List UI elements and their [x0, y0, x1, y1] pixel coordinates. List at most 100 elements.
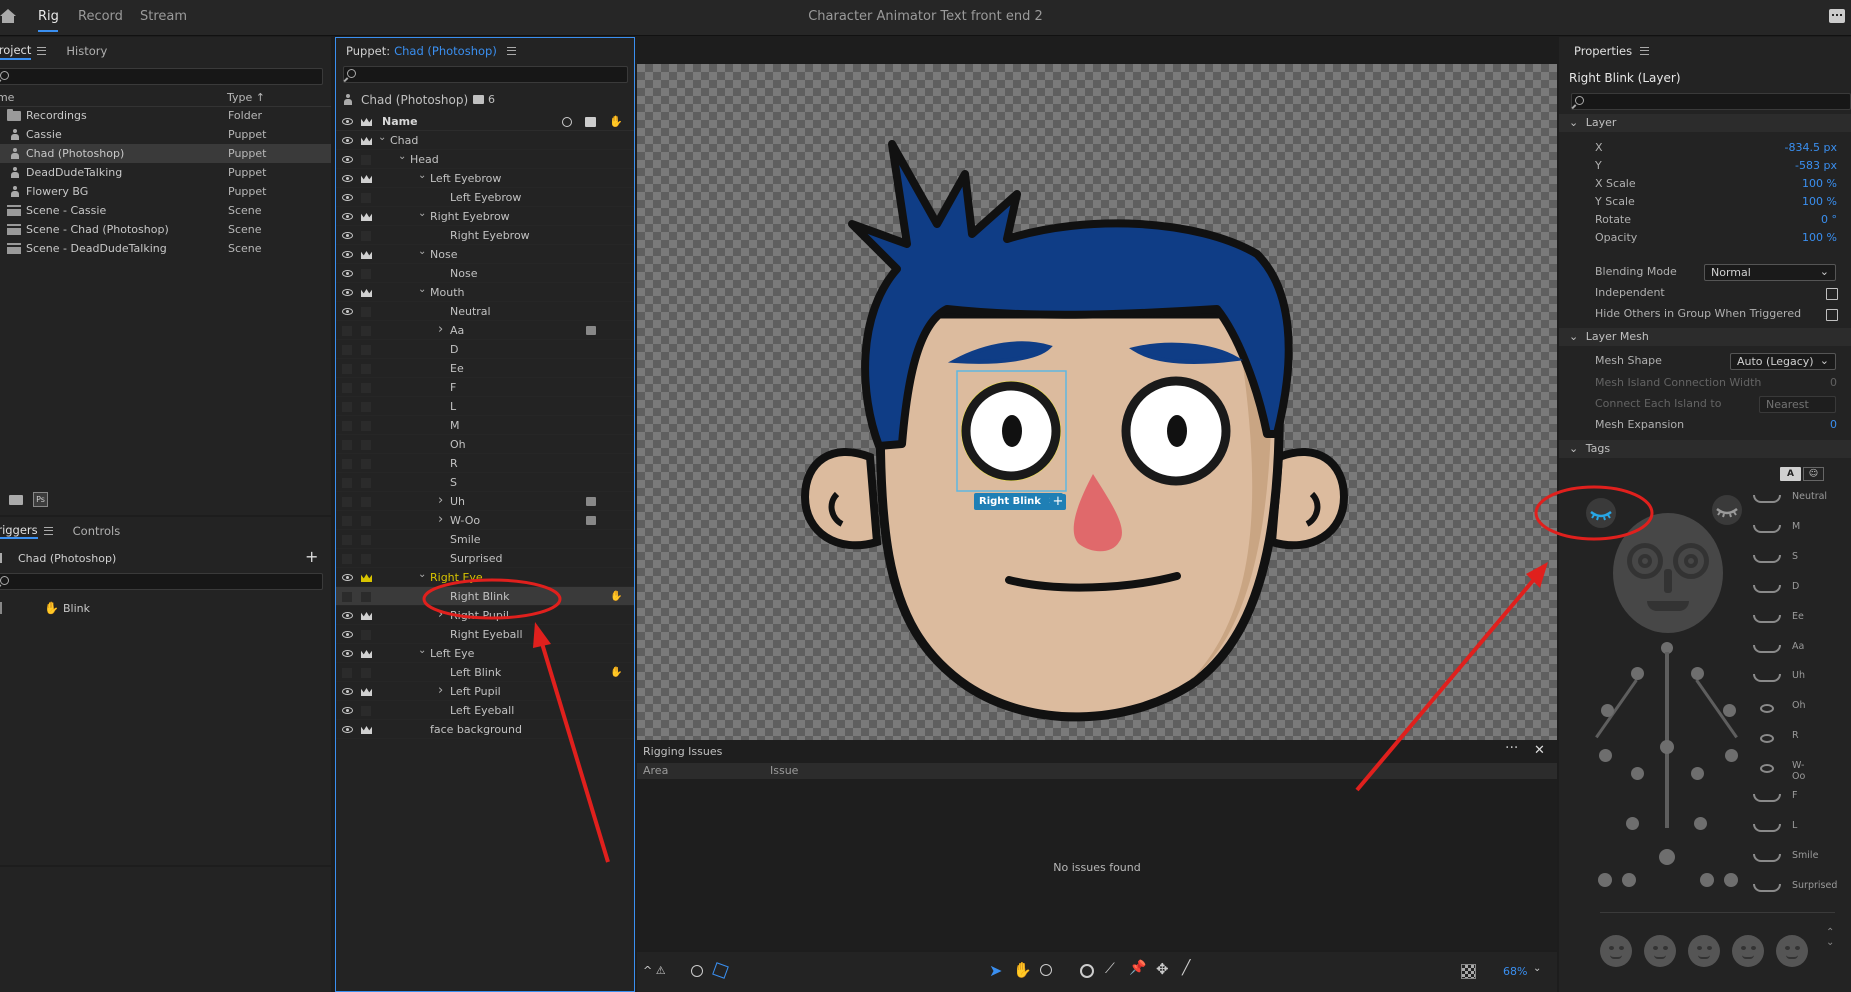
mouth-tag-label[interactable]: R [1792, 730, 1799, 741]
project-item[interactable]: Scene - Chad (Photoshop) Scene [0, 220, 331, 239]
face-preset-icon[interactable] [1600, 935, 1632, 967]
mouth-shape-icon[interactable] [1753, 584, 1781, 593]
visibility-eye-icon[interactable] [342, 612, 353, 619]
mouth-tag-label[interactable]: Surprised [1792, 880, 1837, 891]
visibility-eye-icon[interactable] [342, 194, 353, 201]
tags-mode-icons[interactable]: ☺ [1803, 467, 1824, 481]
independent-toggle[interactable] [361, 364, 371, 374]
independent-toggle[interactable] [361, 497, 371, 507]
layer-row[interactable]: ⌄ Head [336, 150, 634, 169]
mesh-section-header[interactable]: ⌄ Layer Mesh [1559, 328, 1851, 346]
independent-toggle[interactable] [361, 402, 371, 412]
mouth-tag-label[interactable]: Ee [1792, 611, 1804, 622]
independent-toggle[interactable] [361, 269, 371, 279]
independent-toggle[interactable] [361, 421, 371, 431]
layer-section-header[interactable]: ⌄ Layer [1559, 114, 1851, 132]
chevron-right-icon[interactable]: › [438, 320, 443, 339]
layer-row[interactable]: Left Blink ✋ [336, 663, 634, 682]
layer-row[interactable]: Right Blink ✋ [336, 587, 634, 606]
visibility-eye-icon[interactable] [342, 308, 353, 315]
layer-row[interactable]: › Aa [336, 321, 634, 340]
project-menu-icon[interactable] [37, 47, 47, 55]
independent-crown-icon[interactable] [361, 574, 372, 582]
property-value[interactable]: 100 % [1802, 229, 1837, 247]
visibility-eye-icon[interactable] [342, 726, 353, 733]
rigging-more-icon[interactable]: ··· [1505, 740, 1518, 756]
right-blink-tag[interactable] [1586, 498, 1616, 528]
nav-tab-rig[interactable]: Rig [38, 9, 59, 24]
chevron-down-icon[interactable]: ⌄ [418, 565, 426, 584]
layer-row[interactable]: Oh [336, 435, 634, 454]
independent-toggle[interactable] [361, 668, 371, 678]
independent-toggle[interactable] [361, 383, 371, 393]
visibility-eye-icon[interactable] [342, 137, 353, 144]
visibility-toggle[interactable] [342, 478, 352, 488]
independent-toggle[interactable] [361, 478, 371, 488]
independent-toggle[interactable] [361, 535, 371, 545]
mouth-shape-icon[interactable] [1753, 853, 1781, 862]
mesh-shape-dropdown[interactable]: Auto (Legacy) ⌄ [1730, 353, 1836, 370]
independent-crown-icon[interactable] [361, 175, 372, 183]
layer-row[interactable]: Smile [336, 530, 634, 549]
layer-row[interactable]: › W-Oo [336, 511, 634, 530]
layer-row[interactable]: L [336, 397, 634, 416]
import-photoshop-icon[interactable]: Ps [33, 492, 48, 507]
visibility-eye-icon[interactable] [342, 650, 353, 657]
project-item[interactable]: Scene - Cassie Scene [0, 201, 331, 220]
rigging-close-icon[interactable]: ✕ [1534, 743, 1545, 758]
property-row[interactable]: X Scale 100 % [1559, 175, 1851, 193]
mouth-shape-icon[interactable] [1753, 524, 1781, 533]
camera-icon[interactable] [585, 117, 596, 127]
layer-row[interactable]: ⌄ Nose [336, 245, 634, 264]
layer-row[interactable]: Right Eyeball [336, 625, 634, 644]
layer-row[interactable]: M [336, 416, 634, 435]
independent-crown-icon[interactable] [361, 612, 372, 620]
triggers-search-input[interactable] [0, 573, 323, 590]
mouth-shape-icon[interactable] [1753, 883, 1781, 892]
property-value[interactable]: 0 ° [1821, 211, 1837, 229]
mouth-tag-label[interactable]: F [1792, 790, 1797, 801]
layer-row[interactable]: Neutral [336, 302, 634, 321]
stick-tool-icon[interactable]: ╱ [1182, 960, 1190, 976]
layer-row[interactable]: S [336, 473, 634, 492]
tags-mode-a[interactable]: A [1780, 467, 1801, 481]
puppet-menu-icon[interactable] [506, 47, 516, 55]
visibility-toggle[interactable] [342, 440, 352, 450]
independent-toggle[interactable] [361, 554, 371, 564]
zoom-dropdown-icon[interactable]: ⌄ [1533, 963, 1541, 974]
select-tool-icon[interactable]: ➤ [989, 961, 1002, 980]
tab-history[interactable]: History [66, 44, 107, 58]
independent-crown-icon[interactable] [361, 650, 372, 658]
independent-crown-icon[interactable] [361, 213, 372, 221]
feedback-icon[interactable] [1829, 9, 1845, 23]
mouth-tag-label[interactable]: D [1792, 581, 1799, 592]
visibility-toggle[interactable] [342, 326, 352, 336]
handle-tool-icon[interactable]: ⟋ [1105, 961, 1115, 977]
independent-crown-icon[interactable] [361, 289, 372, 297]
independent-crown-icon[interactable] [361, 726, 372, 734]
properties-menu-icon[interactable] [1640, 47, 1650, 55]
mouth-tag-label[interactable]: Oh [1792, 700, 1806, 711]
mouth-shape-icon[interactable] [1753, 554, 1781, 563]
right-wrist-handle[interactable] [1725, 749, 1738, 762]
left-elbow-handle[interactable] [1601, 704, 1614, 717]
right-knee-handle[interactable] [1694, 817, 1707, 830]
property-value[interactable]: 100 % [1802, 175, 1837, 193]
layer-row[interactable]: ⌄ Left Eyebrow [336, 169, 634, 188]
property-value[interactable]: 100 % [1802, 193, 1837, 211]
column-name[interactable]: Name [0, 89, 14, 107]
layer-row[interactable]: › Uh [336, 492, 634, 511]
left-heel-handle[interactable] [1622, 873, 1636, 887]
hand-tool-icon[interactable]: ✋ [1013, 961, 1032, 979]
right-heel-handle[interactable] [1700, 873, 1714, 887]
visibility-eye-icon[interactable] [342, 631, 353, 638]
chevron-right-icon[interactable]: › [438, 681, 443, 700]
visibility-toggle[interactable] [342, 497, 352, 507]
layer-row[interactable]: Left Eyebrow [336, 188, 634, 207]
pin-tool-icon[interactable]: 📌 [1129, 960, 1146, 976]
left-wrist-handle[interactable] [1599, 749, 1612, 762]
column-type[interactable]: Type ↑ [227, 89, 265, 107]
mouth-tag-label[interactable]: W-Oo [1792, 760, 1805, 782]
independent-toggle[interactable] [361, 155, 371, 165]
scroll-arrows-icon[interactable]: ⌃ ⌄ [1826, 928, 1834, 948]
